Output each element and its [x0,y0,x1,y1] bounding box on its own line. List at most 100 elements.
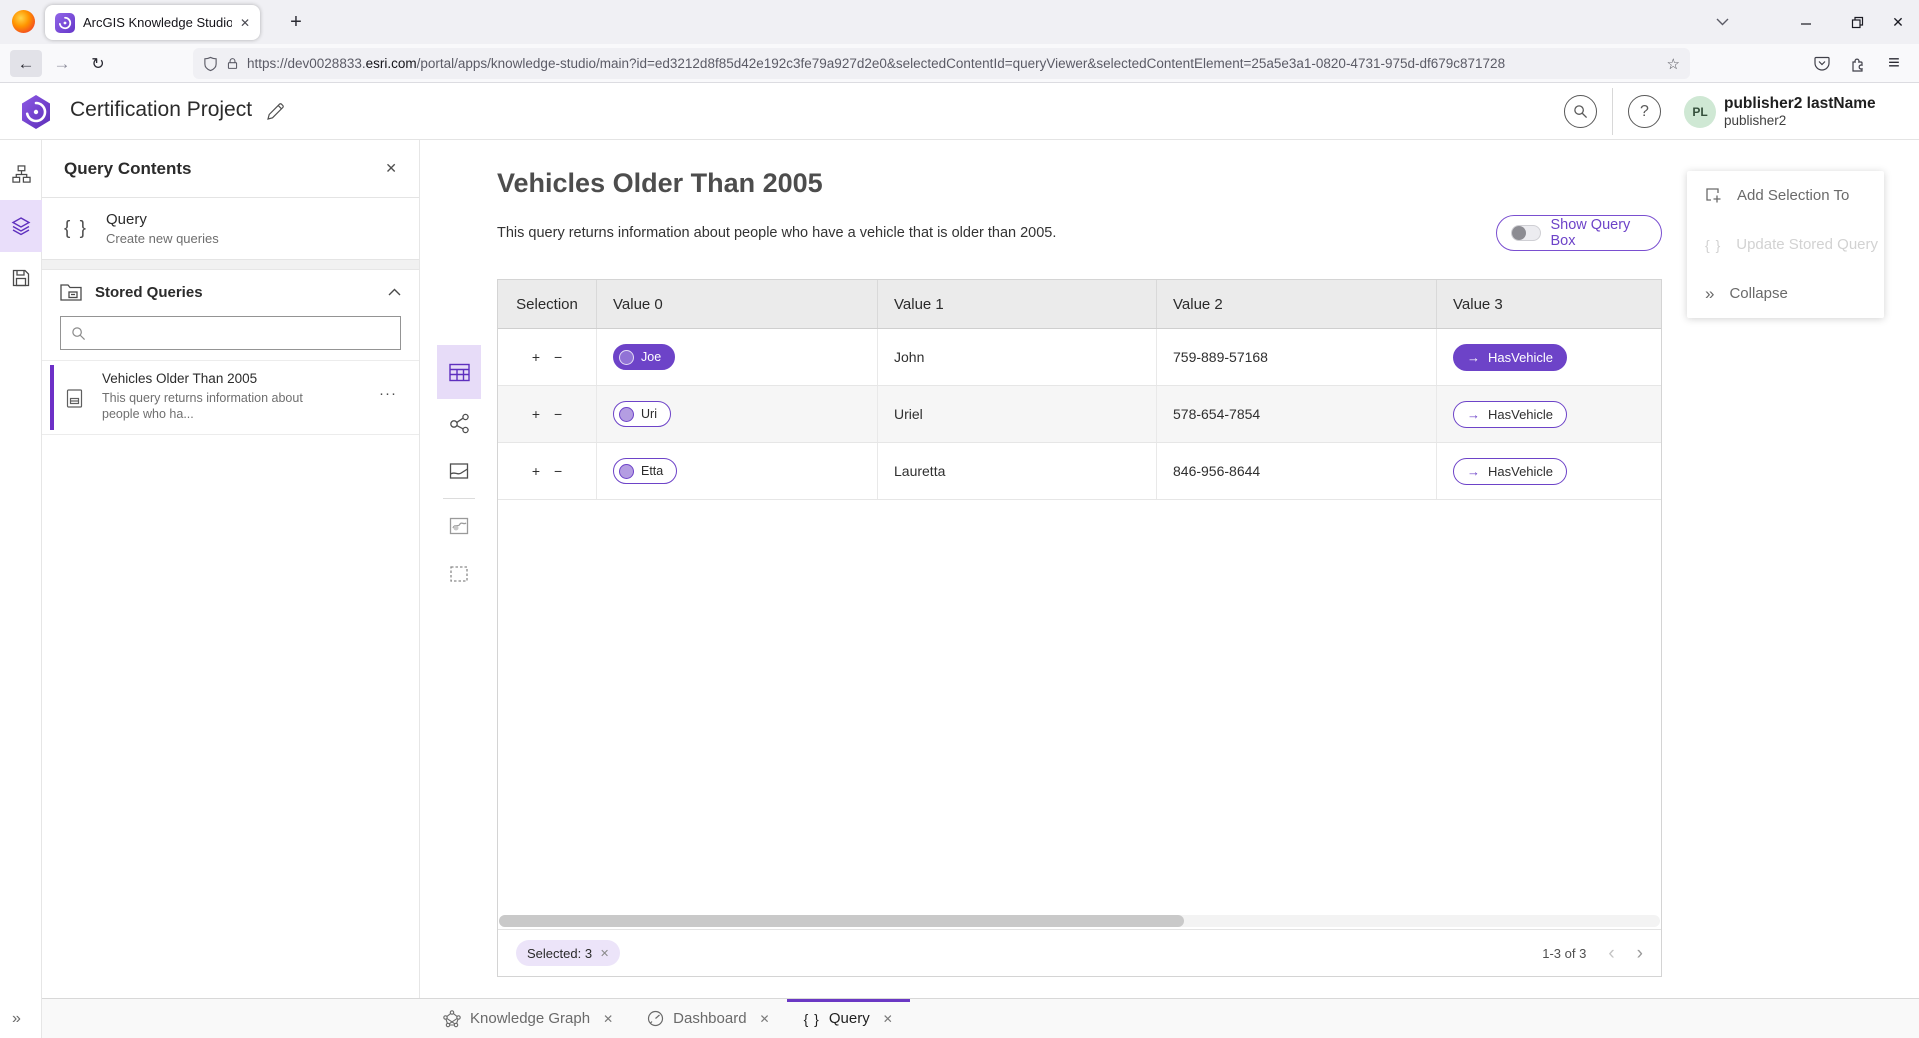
braces-icon: { } [64,218,88,240]
show-query-box-toggle[interactable]: Show Query Box [1496,215,1662,251]
stored-query-description: This query returns information about peo… [102,390,399,422]
new-query-item[interactable]: { } Query Create new queries [42,198,419,260]
window-close-button[interactable]: ✕ [1882,8,1914,36]
hamburger-menu-icon[interactable]: ≡ [1878,50,1910,77]
braces-icon: { } [804,1011,820,1027]
table-header-row: Selection Value 0 Value 1 Value 2 Value … [498,280,1661,329]
entity-pill[interactable]: Etta [613,458,677,484]
entity-pill[interactable]: Uri [613,401,671,427]
cell-value: Lauretta [878,443,1157,499]
relationship-pill[interactable]: →HasVehicle [1453,344,1567,371]
add-selection-icon[interactable]: + [532,349,540,365]
save-rail-button[interactable] [0,252,42,304]
selected-count-chip[interactable]: Selected: 3 ✕ [516,940,620,966]
arrow-icon: → [1467,350,1480,365]
entity-pill[interactable]: Joe [613,344,675,370]
menu-item-update-stored-query[interactable]: { } Update Stored Query [1687,220,1884,269]
window-minimize-button[interactable] [1790,8,1822,36]
tab-close-icon[interactable]: ✕ [883,1012,893,1026]
search-input[interactable] [94,325,390,341]
column-header: Value 2 [1157,280,1437,328]
search-icon[interactable] [1564,95,1597,128]
tab-dashboard[interactable]: Dashboard ✕ [630,999,786,1038]
tab-list-chevron-icon[interactable] [1706,8,1738,36]
stored-query-item[interactable]: Vehicles Older Than 2005 This query retu… [42,360,419,435]
table-footer: Selected: 3 ✕ 1-3 of 3 ‹ › [498,929,1661,976]
remove-selection-icon[interactable]: − [554,406,562,422]
new-tab-button[interactable]: + [282,8,310,36]
data-model-rail-button[interactable] [0,148,42,200]
browser-window: ArcGIS Knowledge Studio ✕ + ✕ ← → ↻ http… [0,0,1919,1038]
add-selection-to-icon [1705,187,1722,204]
url-bar[interactable]: https://dev0028833.esri.com/portal/apps/… [193,48,1690,79]
tab-close-icon[interactable]: ✕ [240,16,250,30]
query-item-title: Query [106,211,219,228]
project-title: Certification Project [70,98,252,122]
panel-close-icon[interactable]: ✕ [385,160,397,177]
cell-value: 578-654-7854 [1157,386,1437,442]
view-tool-strip [437,345,481,598]
link-chart-view-button[interactable] [437,399,481,447]
double-chevron-icon: » [1705,284,1714,304]
select-tool-button[interactable] [437,550,481,598]
entity-dot-icon [619,407,634,422]
cell-value: Uriel [878,386,1157,442]
window-restore-button[interactable] [1841,8,1873,36]
back-button[interactable]: ← [10,50,42,77]
expand-rail-icon[interactable]: » [12,1010,19,1028]
prev-page-icon[interactable]: ‹ [1608,944,1614,963]
stored-queries-header[interactable]: Stored Queries [42,270,419,314]
scrollbar-thumb[interactable] [499,915,1184,927]
remove-selection-icon[interactable]: − [554,463,562,479]
menu-item-collapse[interactable]: » Collapse [1687,269,1884,318]
browser-tab[interactable]: ArcGIS Knowledge Studio ✕ [45,5,260,40]
braces-icon: { } [1705,237,1721,253]
add-selection-icon[interactable]: + [532,406,540,422]
horizontal-scrollbar[interactable] [499,915,1660,927]
avatar[interactable]: PL [1684,96,1716,128]
forward-button[interactable]: → [46,50,78,77]
pocket-icon[interactable] [1806,50,1838,77]
contents-rail-button[interactable] [0,200,42,252]
table-row: + − Etta Lauretta 846-956-8644 →HasVehic… [498,443,1661,500]
extensions-puzzle-icon[interactable] [1842,50,1874,77]
user-login: publisher2 [1724,113,1786,128]
edit-pencil-icon[interactable] [266,102,285,121]
tracking-shield-icon[interactable] [203,56,218,72]
lock-icon[interactable] [226,56,239,71]
reload-button[interactable]: ↻ [82,50,114,77]
stored-queries-search[interactable] [60,316,401,350]
relationship-pill[interactable]: →HasVehicle [1453,458,1567,485]
tab-query[interactable]: { } Query ✕ [787,999,910,1038]
tab-close-icon[interactable]: ✕ [760,1012,770,1026]
tab-knowledge-graph[interactable]: Knowledge Graph ✕ [426,999,630,1038]
column-header: Value 0 [597,280,878,328]
add-selection-icon[interactable]: + [532,463,540,479]
user-name: publisher2 lastName [1724,95,1876,113]
add-to-map-button[interactable] [437,502,481,550]
remove-selection-icon[interactable]: − [554,349,562,365]
stored-query-title: Vehicles Older Than 2005 [102,371,399,386]
arrow-icon: → [1467,407,1480,422]
firefox-logo-icon[interactable] [12,10,35,33]
tab-close-icon[interactable]: ✕ [603,1012,613,1026]
cell-value: John [878,329,1157,385]
content-tab-bar: Knowledge Graph ✕ Dashboard ✕ { } Query … [42,998,1919,1038]
next-page-icon[interactable]: › [1637,944,1643,963]
stored-queries-title: Stored Queries [95,284,375,301]
left-icon-rail [0,140,42,1038]
results-table: Selection Value 0 Value 1 Value 2 Value … [497,279,1662,977]
cell-value: 846-956-8644 [1157,443,1437,499]
toggle-switch[interactable] [1511,225,1541,241]
help-icon[interactable]: ? [1628,95,1661,128]
map-view-button[interactable] [437,447,481,495]
item-options-icon[interactable]: ··· [379,385,397,402]
panel-header: Query Contents ✕ [42,140,419,198]
chevron-up-icon[interactable] [388,288,401,296]
menu-item-add-selection-to[interactable]: Add Selection To [1687,171,1884,220]
clear-selection-icon[interactable]: ✕ [600,947,609,960]
table-view-button[interactable] [437,345,481,399]
bookmark-star-icon[interactable]: ☆ [1667,55,1680,73]
page-description: This query returns information about peo… [497,225,1056,241]
relationship-pill[interactable]: →HasVehicle [1453,401,1567,428]
